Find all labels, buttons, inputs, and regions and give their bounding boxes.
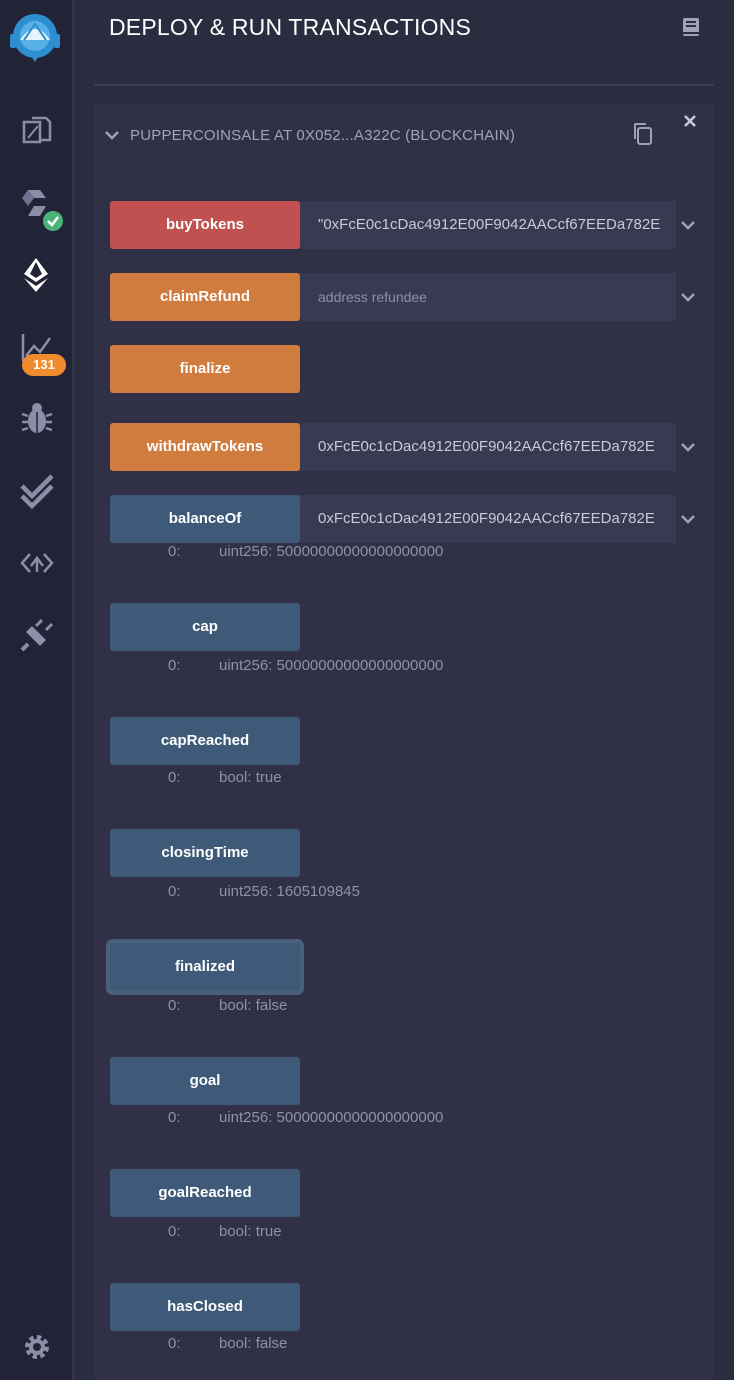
- finalize-button[interactable]: finalize: [110, 345, 300, 393]
- cap-button[interactable]: cap: [110, 603, 300, 651]
- goal-output: 0: uint256: 50000000000000000000: [168, 1109, 444, 1126]
- test-icon[interactable]: [18, 472, 56, 510]
- page-title: DEPLOY & RUN TRANSACTIONS: [109, 14, 472, 40]
- finalized-button[interactable]: finalized: [110, 943, 300, 991]
- capreached-output: 0: bool: true: [168, 769, 282, 786]
- chevron-down-icon[interactable]: [680, 217, 696, 233]
- finalized-output: 0: bool: false: [168, 997, 288, 1014]
- hasclosed-button[interactable]: hasClosed: [110, 1283, 300, 1331]
- withdrawtokens-input[interactable]: 0xFcE0c1cDac4912E00F9042AACcf67EEDa782E: [300, 423, 676, 471]
- source-verify-icon[interactable]: [18, 544, 56, 582]
- compiled-success-icon: [43, 211, 63, 231]
- closingtime-output: 0: uint256: 1605109845: [168, 883, 360, 900]
- plugin-manager-icon[interactable]: [18, 616, 56, 654]
- buytokens-input[interactable]: "0xFcE0c1cDac4912E00F9042AACcf67EEDa782E: [300, 201, 676, 249]
- settings-icon[interactable]: [18, 1328, 56, 1366]
- chevron-down-icon[interactable]: [680, 289, 696, 305]
- documentation-icon[interactable]: [680, 16, 702, 38]
- remix-logo-icon[interactable]: [6, 10, 64, 68]
- balanceof-button[interactable]: balanceOf: [110, 495, 300, 543]
- cap-output: 0: uint256: 50000000000000000000: [168, 657, 444, 674]
- balanceof-output: 0: uint256: 50000000000000000000: [168, 543, 444, 560]
- debugger-icon[interactable]: [18, 400, 56, 438]
- icon-sidebar: 131: [0, 0, 74, 1380]
- file-explorer-icon[interactable]: [18, 112, 56, 150]
- chevron-down-icon[interactable]: [680, 439, 696, 455]
- copy-icon[interactable]: [630, 121, 656, 147]
- deploy-icon[interactable]: [18, 256, 56, 294]
- goal-button[interactable]: goal: [110, 1057, 300, 1105]
- goalreached-output: 0: bool: true: [168, 1223, 282, 1240]
- withdrawtokens-button[interactable]: withdrawTokens: [110, 423, 300, 471]
- close-icon[interactable]: [682, 113, 698, 129]
- chevron-down-icon[interactable]: [680, 511, 696, 527]
- capreached-button[interactable]: capReached: [110, 717, 300, 765]
- claimrefund-button[interactable]: claimRefund: [110, 273, 300, 321]
- goalreached-button[interactable]: goalReached: [110, 1169, 300, 1217]
- closingtime-button[interactable]: closingTime: [110, 829, 300, 877]
- claimrefund-input[interactable]: address refundee: [300, 273, 676, 321]
- analytics-count-badge: 131: [22, 354, 66, 376]
- buytokens-button[interactable]: buyTokens: [110, 201, 300, 249]
- deployed-contract-panel: PUPPERCOINSALE AT 0X052...A322C (BLOCKCH…: [94, 105, 714, 1380]
- divider: [94, 84, 714, 86]
- hasclosed-output: 0: bool: false: [168, 1335, 288, 1352]
- contract-title: PUPPERCOINSALE AT 0X052...A322C (BLOCKCH…: [130, 127, 516, 144]
- balanceof-input[interactable]: 0xFcE0c1cDac4912E00F9042AACcf67EEDa782E: [300, 495, 676, 543]
- chevron-down-icon[interactable]: [104, 127, 120, 143]
